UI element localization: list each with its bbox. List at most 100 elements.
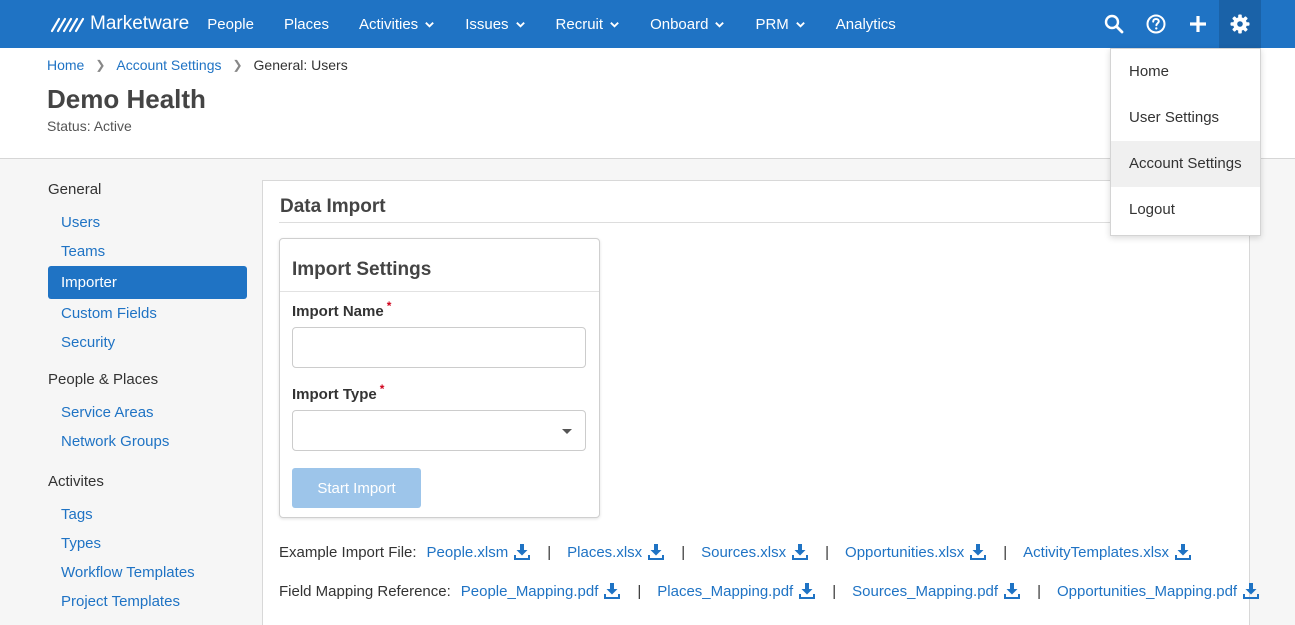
mapping-file-name: People_Mapping.pdf [460,582,599,600]
required-mark: * [379,382,385,396]
download-icon [1004,583,1021,599]
mapping-file-opportunities[interactable]: Opportunities_Mapping.pdf [1057,582,1260,600]
nav-people[interactable]: People [207,0,254,48]
example-file-opportunities[interactable]: Opportunities.xlsx [845,543,987,561]
sidebar-group-activites: Activites [48,473,104,490]
sidebar-item-custom-fields[interactable]: Custom Fields [48,299,247,328]
import-type-label: Import Type * [292,382,384,403]
example-file-name: Sources.xlsx [701,543,787,561]
separator: | [681,543,686,561]
nav-issues[interactable]: Issues [465,0,525,48]
nav-people-label: People [207,15,254,33]
sidebar-item-importer[interactable]: Importer [48,266,247,299]
example-file-places[interactable]: Places.xlsx [567,543,665,561]
sidebar-item-security[interactable]: Security [48,328,247,357]
mapping-file-sources[interactable]: Sources_Mapping.pdf [852,582,1021,600]
nav-places-label: Places [283,15,329,33]
sidebar-item-tags[interactable]: Tags [48,500,247,529]
top-nav-bar: Marketware People Places Activities Issu… [0,0,1295,48]
account-status: Status: Active [47,118,132,134]
card-divider [280,291,599,292]
example-file-name: Places.xlsx [567,543,643,561]
chevron-down-icon [515,21,525,28]
nav-analytics[interactable]: Analytics [836,0,896,48]
download-icon [1243,583,1260,599]
sidebar-item-workflow-templates[interactable]: Workflow Templates [48,558,247,587]
download-icon [648,544,665,560]
sidebar-item-service-areas[interactable]: Service Areas [48,398,247,427]
import-name-label-text: Import Name [292,303,384,320]
download-icon [970,544,987,560]
sidebar-item-project-templates[interactable]: Project Templates [48,587,247,616]
menu-item-account-settings[interactable]: Account Settings [1111,141,1260,187]
nav-onboard-label: Onboard [650,15,709,33]
settings-dropdown-menu: Home User Settings Account Settings Logo… [1110,48,1261,236]
separator: | [637,582,642,600]
nav-activities[interactable]: Activities [359,0,435,48]
help-button[interactable] [1135,0,1177,48]
nav-issues-label: Issues [465,15,509,33]
separator: | [1037,582,1041,600]
card-title: Import Settings [292,259,432,280]
panel-divider [279,222,1233,223]
chevron-down-icon [715,21,725,28]
mapping-file-places[interactable]: Places_Mapping.pdf [657,582,816,600]
start-import-button[interactable]: Start Import [292,468,421,508]
sidebar-item-teams[interactable]: Teams [48,237,247,266]
nav-prm[interactable]: PRM [755,0,805,48]
breadcrumb: Home ❯ Account Settings ❯ General: Users [47,57,348,73]
import-type-label-text: Import Type [292,386,377,403]
chevron-down-icon [425,21,435,28]
download-icon [799,583,816,599]
settings-sidebar: General Users Teams Importer Custom Fiel… [48,180,247,616]
example-file-activity-templates[interactable]: ActivityTemplates.xlsx [1023,543,1192,561]
import-name-input[interactable] [292,327,586,368]
separator: | [825,543,830,561]
breadcrumb-current: General: Users [253,57,348,73]
mapping-file-name: Sources_Mapping.pdf [852,582,999,600]
example-file-people[interactable]: People.xlsm [427,543,532,561]
sidebar-item-types[interactable]: Types [48,529,247,558]
sidebar-group-people-places: People & Places [48,371,159,388]
main-nav: People Places Activities Issues Recruit … [207,0,926,48]
logo-stripes-icon [50,17,85,33]
nav-places[interactable]: Places [284,0,329,48]
add-button[interactable] [1177,0,1219,48]
plus-icon [1190,16,1206,32]
nav-analytics-label: Analytics [835,15,896,33]
separator: | [832,582,837,600]
download-icon [792,544,809,560]
breadcrumb-account-settings[interactable]: Account Settings [116,57,221,73]
nav-recruit[interactable]: Recruit [556,0,621,48]
menu-item-user-settings[interactable]: User Settings [1111,95,1260,141]
sidebar-item-users[interactable]: Users [48,208,247,237]
nav-recruit-label: Recruit [555,15,604,33]
import-settings-card: Import Settings Import Name * Import Type… [279,238,600,518]
example-files-label: Example Import File: [279,543,417,561]
example-file-name: People.xlsm [426,543,509,561]
marketware-logo[interactable]: Marketware [50,0,189,48]
example-file-name: ActivityTemplates.xlsx [1023,543,1170,561]
nav-onboard[interactable]: Onboard [650,0,725,48]
required-mark: * [386,299,392,313]
mapping-files-label: Field Mapping Reference: [279,582,451,600]
sidebar-group-general: General [48,181,102,198]
breadcrumb-home[interactable]: Home [47,57,84,73]
separator: | [1003,543,1008,561]
import-type-select[interactable] [292,410,586,451]
menu-item-logout[interactable]: Logout [1111,187,1260,233]
chevron-right-icon: ❯ [95,58,106,72]
nav-icon-group [1093,0,1261,48]
menu-item-home[interactable]: Home [1111,49,1260,95]
settings-button[interactable] [1219,0,1261,48]
separator: | [547,543,552,561]
search-button[interactable] [1093,0,1135,48]
mapping-file-people[interactable]: People_Mapping.pdf [461,582,622,600]
gear-icon [1230,14,1250,34]
brand-name: Marketware [90,13,190,34]
example-file-sources[interactable]: Sources.xlsx [701,543,809,561]
import-name-label: Import Name * [292,299,391,320]
sidebar-item-network-groups[interactable]: Network Groups [48,427,247,456]
chevron-down-icon [795,21,805,28]
nav-prm-label: PRM [755,15,789,33]
